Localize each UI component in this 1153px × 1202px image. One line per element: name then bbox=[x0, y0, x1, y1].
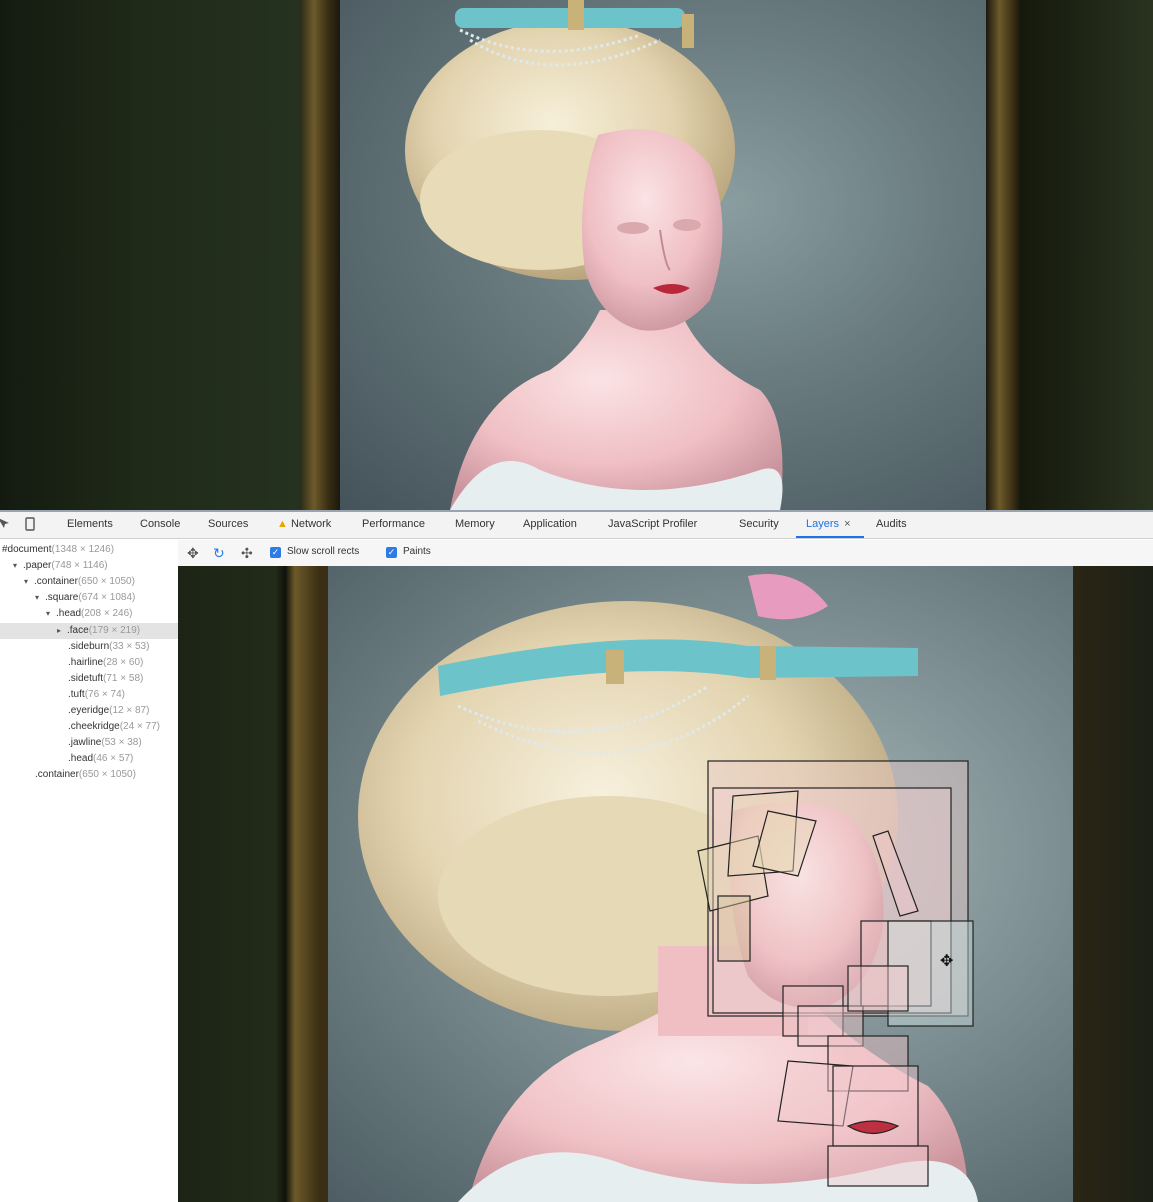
layer-size: (674 × 1084) bbox=[78, 592, 136, 604]
layer-size: (748 × 1146) bbox=[51, 560, 108, 572]
tree-row[interactable]: .sideburn(33 × 53) bbox=[0, 639, 178, 655]
portrait-frame-right bbox=[986, 0, 1020, 510]
tree-row[interactable]: .eyeridge(12 × 87) bbox=[0, 703, 178, 719]
sideburn-layer bbox=[717, 895, 751, 962]
layer-tree: #document(1348 × 1246) ▾ .paper(748 × 1146… bbox=[0, 540, 178, 1202]
tree-row[interactable]: .head(46 × 57) bbox=[0, 751, 178, 767]
expand-arrow-icon[interactable]: ▾ bbox=[24, 574, 34, 590]
tab-javascript-profiler[interactable]: JavaScript Profiler bbox=[608, 518, 697, 530]
tree-row[interactable]: ▾ .container(650 × 1050) bbox=[0, 574, 178, 590]
portrait-canvas bbox=[340, 0, 986, 510]
layer-name: .sideburn bbox=[68, 640, 110, 652]
slow-scroll-rects-label: Slow scroll rects bbox=[287, 546, 360, 557]
tab-audits[interactable]: Audits bbox=[876, 518, 907, 530]
expand-arrow-icon[interactable]: ▾ bbox=[13, 558, 23, 574]
layer-size: (1348 × 1246) bbox=[51, 544, 115, 555]
tab-network[interactable]: ▲ Network bbox=[277, 518, 331, 530]
layer-size: (650 × 1050) bbox=[77, 576, 135, 588]
layers-illustration: ✥ bbox=[358, 574, 978, 1202]
tab-application[interactable]: Application bbox=[523, 518, 577, 530]
layer-size: (53 × 38) bbox=[101, 737, 142, 749]
tab-elements[interactable]: Elements bbox=[67, 518, 113, 530]
layer-name: .hairline bbox=[68, 656, 104, 668]
expand-arrow-icon[interactable]: ▾ bbox=[35, 590, 45, 606]
move-cursor-icon: ✥ bbox=[940, 951, 953, 970]
tab-network-label: Network bbox=[290, 518, 332, 530]
tab-security[interactable]: Security bbox=[739, 518, 779, 530]
layer-name: .sidetuft bbox=[68, 672, 104, 684]
paints-label: Paints bbox=[403, 546, 431, 557]
tree-row[interactable]: #document(1348 × 1246) bbox=[0, 542, 178, 558]
tree-row[interactable]: ▾ .square(674 × 1084) bbox=[0, 590, 178, 606]
layer-size: (208 × 246) bbox=[81, 608, 133, 620]
layer-size: (46 × 57) bbox=[93, 753, 134, 765]
devtools-panel: Elements Console Sources ▲ Network Perfo… bbox=[0, 510, 1153, 1202]
tree-row[interactable]: ▸ .face(179 × 219) bbox=[0, 622, 178, 639]
layer-name: #document bbox=[2, 544, 52, 555]
layer-name: .paper bbox=[23, 560, 52, 572]
layer-name: .head bbox=[56, 608, 82, 620]
devtools-tabbar: Elements Console Sources ▲ Network Perfo… bbox=[0, 512, 1153, 539]
layer-name: .square bbox=[45, 592, 79, 604]
tab-layers[interactable]: Layers × bbox=[806, 518, 851, 530]
tree-row[interactable]: .tuft(76 × 74) bbox=[0, 687, 178, 703]
feather bbox=[748, 574, 828, 620]
tree-row[interactable]: .cheekridge(24 × 77) bbox=[0, 719, 178, 735]
paints-checkbox[interactable]: ✓ bbox=[386, 547, 397, 558]
portrait-illustration bbox=[405, 0, 783, 510]
tree-row[interactable]: ▾ .head(208 × 246) bbox=[0, 606, 178, 622]
tree-row[interactable]: .container(650 × 1050) bbox=[0, 767, 178, 783]
tree-row[interactable]: .sidetuft(71 × 58) bbox=[0, 671, 178, 687]
layer-size: (12 × 87) bbox=[109, 705, 150, 716]
tab-layers-label: Layers bbox=[806, 518, 840, 530]
device-toolbar-icon[interactable] bbox=[22, 516, 38, 532]
pan-mode-icon[interactable]: ✥ bbox=[187, 545, 199, 562]
rotate-mode-icon[interactable]: ↻ bbox=[213, 545, 225, 562]
page-viewport bbox=[0, 0, 1153, 510]
reset-transform-icon[interactable]: ✣ bbox=[241, 545, 253, 562]
tab-sources[interactable]: Sources bbox=[208, 518, 248, 530]
inspect-element-icon[interactable] bbox=[0, 516, 12, 532]
active-tab-indicator bbox=[796, 536, 864, 538]
layer-name: .container bbox=[34, 576, 78, 588]
tab-performance[interactable]: Performance bbox=[362, 518, 425, 530]
layer-size: (179 × 219) bbox=[88, 624, 141, 636]
layers-toolbar: ✥ ↻ ✣ ✓ Slow scroll rects ✓ Paints bbox=[178, 540, 1153, 567]
expand-arrow-icon[interactable]: ▾ bbox=[46, 606, 56, 622]
expand-arrow-icon[interactable]: ▸ bbox=[57, 623, 67, 639]
tab-memory[interactable]: Memory bbox=[455, 518, 495, 530]
layer-size: (28 × 60) bbox=[103, 656, 144, 668]
layer-size: (71 × 58) bbox=[103, 672, 144, 684]
layer-size: (33 × 53) bbox=[109, 640, 150, 652]
layers-render-canvas[interactable]: ✥ bbox=[328, 566, 1073, 1202]
layer-name: .eyeridge bbox=[68, 705, 110, 716]
tree-row[interactable]: .jawline(53 × 38) bbox=[0, 735, 178, 751]
layer-size: (24 × 77) bbox=[119, 721, 161, 733]
layer-name: .jawline bbox=[68, 737, 102, 749]
tree-row[interactable]: ▾ .paper(748 × 1146) bbox=[0, 558, 178, 574]
warning-icon: ▲ bbox=[277, 518, 288, 530]
layer-name: .container bbox=[35, 769, 79, 781]
face bbox=[581, 129, 723, 331]
close-tab-icon[interactable]: × bbox=[844, 518, 850, 530]
layers-3d-view[interactable]: ✥ bbox=[178, 566, 1153, 1202]
tab-console[interactable]: Console bbox=[140, 518, 180, 530]
layer-name: .head bbox=[68, 753, 94, 765]
tree-row[interactable]: .hairline(28 × 60) bbox=[0, 655, 178, 671]
portrait-frame-left bbox=[300, 0, 340, 510]
layer-size: (76 × 74) bbox=[84, 688, 125, 700]
layer-size: (650 × 1050) bbox=[78, 769, 136, 781]
layer-name: .face bbox=[67, 624, 89, 636]
layer-name: .tuft bbox=[68, 688, 85, 700]
layer-name: .cheekridge bbox=[68, 721, 120, 733]
slow-scroll-rects-checkbox[interactable]: ✓ bbox=[270, 547, 281, 558]
